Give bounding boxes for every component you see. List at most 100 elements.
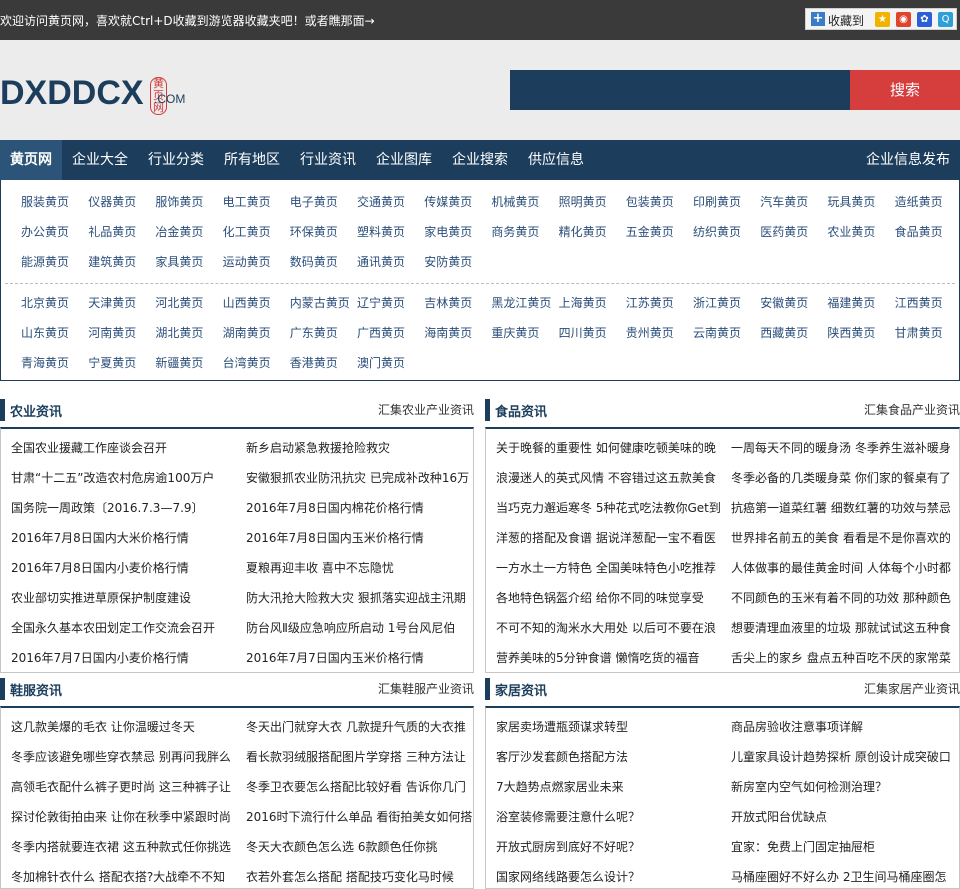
nav-item[interactable]: 供应信息 xyxy=(518,140,594,180)
section-more-link[interactable]: 汇集农业产业资讯 xyxy=(378,401,474,418)
section-title[interactable]: 农业资讯 xyxy=(10,401,62,420)
section-more-link[interactable]: 汇集食品产业资讯 xyxy=(864,401,960,418)
news-item[interactable]: 冬季应该避免哪些穿衣禁忌 别再问我胖么 xyxy=(11,748,239,765)
category-link[interactable]: 北京黄页 xyxy=(21,294,69,311)
news-item[interactable]: 看长款羽绒服搭配图片学穿搭 三种方法让 xyxy=(246,748,473,765)
category-link[interactable]: 江西黄页 xyxy=(895,294,943,311)
news-item[interactable]: 人体做事的最佳黄金时间 人体每个小时都 xyxy=(731,559,959,576)
category-link[interactable]: 湖北黄页 xyxy=(155,324,203,341)
news-item[interactable]: 2016年7月8日国内棉花价格行情 xyxy=(246,499,473,516)
category-link[interactable]: 内蒙古黄页 xyxy=(290,294,350,311)
news-item[interactable]: 防大汛抢大险救大灾 狠抓落实迎战主汛期 xyxy=(246,589,473,606)
category-link[interactable]: 黑龙江黄页 xyxy=(491,294,551,311)
news-item[interactable]: 关于晚餐的重要性 如何健康吃顿美味的晚 xyxy=(496,439,724,456)
category-link[interactable]: 造纸黄页 xyxy=(895,193,943,210)
category-link[interactable]: 服装黄页 xyxy=(21,193,69,210)
section-title[interactable]: 鞋服资讯 xyxy=(10,680,62,699)
category-link[interactable]: 河北黄页 xyxy=(155,294,203,311)
category-link[interactable]: 湖南黄页 xyxy=(223,324,271,341)
category-link[interactable]: 家电黄页 xyxy=(424,223,472,240)
category-link[interactable]: 食品黄页 xyxy=(895,223,943,240)
category-link[interactable]: 辽宁黄页 xyxy=(357,294,405,311)
news-item[interactable]: 2016年7月8日国内小麦价格行情 xyxy=(11,559,239,576)
news-item[interactable]: 冬季必备的几类暖身菜 你们家的餐桌有了 xyxy=(731,469,959,486)
news-item[interactable]: 开放式厨房到底好不好呢？ xyxy=(496,838,724,855)
category-link[interactable]: 运动黄页 xyxy=(223,253,271,270)
category-link[interactable]: 包装黄页 xyxy=(626,193,674,210)
category-link[interactable]: 数码黄页 xyxy=(290,253,338,270)
nav-item[interactable]: 黄页网 xyxy=(0,140,62,180)
category-link[interactable]: 重庆黄页 xyxy=(491,324,539,341)
news-item[interactable]: 探讨伦敦街拍由来 让你在秋季中紧跟时尚 xyxy=(11,808,239,825)
category-link[interactable]: 精化黄页 xyxy=(559,223,607,240)
news-item[interactable]: 马桶座圈好不好么办 2卫生间马桶座圈怎 xyxy=(731,868,959,885)
news-item[interactable]: 2016年7月8日国内大米价格行情 xyxy=(11,529,239,546)
category-link[interactable]: 安防黄页 xyxy=(424,253,472,270)
nav-item[interactable]: 行业资讯 xyxy=(290,140,366,180)
news-item[interactable]: 浪漫迷人的英式风情 不容错过这五款美食 xyxy=(496,469,724,486)
news-item[interactable]: 抗癌第一道菜红薯 细数红薯的功效与禁忌 xyxy=(731,499,959,516)
category-link[interactable]: 五金黄页 xyxy=(626,223,674,240)
category-link[interactable]: 环保黄页 xyxy=(290,223,338,240)
category-link[interactable]: 山东黄页 xyxy=(21,324,69,341)
search-input[interactable] xyxy=(510,70,850,110)
news-item[interactable]: 新房室内空气如何检测治理？ xyxy=(731,778,959,795)
category-link[interactable]: 服饰黄页 xyxy=(155,193,203,210)
category-link[interactable]: 海南黄页 xyxy=(424,324,472,341)
category-link[interactable]: 天津黄页 xyxy=(88,294,136,311)
category-link[interactable]: 山西黄页 xyxy=(223,294,271,311)
category-link[interactable]: 新疆黄页 xyxy=(155,354,203,371)
news-item[interactable]: 商品房验收注意事项详解 xyxy=(731,718,959,735)
nav-item[interactable]: 企业大全 xyxy=(62,140,138,180)
news-item[interactable]: 当巧克力邂逅寒冬 5种花式吃法教你Get到 xyxy=(496,499,724,516)
section-more-link[interactable]: 汇集鞋服产业资讯 xyxy=(378,680,474,697)
category-link[interactable]: 贵州黄页 xyxy=(626,324,674,341)
news-item[interactable]: 夏粮再迎丰收 喜中不忘隐忧 xyxy=(246,559,473,576)
section-more-link[interactable]: 汇集家居产业资讯 xyxy=(864,680,960,697)
news-item[interactable]: 全国永久基本农田划定工作交流会召开 xyxy=(11,619,239,636)
news-item[interactable]: 一方水土一方特色 全国美味特色小吃推荐 xyxy=(496,559,724,576)
news-item[interactable]: 2016时下流行什么单品 看街拍美女如何搭 xyxy=(246,808,473,825)
news-item[interactable]: 2016年7月7日国内小麦价格行情 xyxy=(11,649,239,666)
category-link[interactable]: 电子黄页 xyxy=(290,193,338,210)
category-link[interactable]: 上海黄页 xyxy=(559,294,607,311)
category-link[interactable]: 塑料黄页 xyxy=(357,223,405,240)
news-item[interactable]: 全国农业援藏工作座谈会召开 xyxy=(11,439,239,456)
category-link[interactable]: 电工黄页 xyxy=(223,193,271,210)
news-item[interactable]: 家居卖场遭瓶颈谋求转型 xyxy=(496,718,724,735)
category-link[interactable]: 冶金黄页 xyxy=(155,223,203,240)
nav-item[interactable]: 所有地区 xyxy=(214,140,290,180)
news-item[interactable]: 想要清理血液里的垃圾 那就试试这五种食 xyxy=(731,619,959,636)
category-link[interactable]: 西藏黄页 xyxy=(760,324,808,341)
category-link[interactable]: 浙江黄页 xyxy=(693,294,741,311)
news-item[interactable]: 国务院一周政策〔2016.7.3—7.9〕 xyxy=(11,499,239,516)
nav-publish[interactable]: 企业信息发布 xyxy=(866,140,950,180)
category-link[interactable]: 礼品黄页 xyxy=(88,223,136,240)
news-item[interactable]: 不同颜色的玉米有着不同的功效 那种颜色 xyxy=(731,589,959,606)
news-item[interactable]: 农业部切实推进草原保护制度建设 xyxy=(11,589,239,606)
add-bookmark-icon[interactable]: + xyxy=(811,12,825,26)
qzone-icon[interactable]: Q xyxy=(938,12,953,27)
category-link[interactable]: 四川黄页 xyxy=(559,324,607,341)
category-link[interactable]: 机械黄页 xyxy=(491,193,539,210)
news-item[interactable]: 冬季内搭就要连衣裙 这五种款式任你挑选 xyxy=(11,838,239,855)
category-link[interactable]: 福建黄页 xyxy=(827,294,875,311)
category-link[interactable]: 交通黄页 xyxy=(357,193,405,210)
news-item[interactable]: 冬加棉针衣什么 搭配衣搭?大战牵不不知 xyxy=(11,868,239,885)
category-link[interactable]: 玩具黄页 xyxy=(827,193,875,210)
news-item[interactable]: 国家网络线路要怎么设计？ xyxy=(496,868,724,885)
news-item[interactable]: 营养美味的5分钟食谱 懒惰吃货的福音 xyxy=(496,649,724,666)
news-item[interactable]: 开放式阳台优缺点 xyxy=(731,808,959,825)
category-link[interactable]: 台湾黄页 xyxy=(223,354,271,371)
category-link[interactable]: 仪器黄页 xyxy=(88,193,136,210)
category-link[interactable]: 印刷黄页 xyxy=(693,193,741,210)
news-item[interactable]: 舌尖上的家乡 盘点五种百吃不厌的家常菜 xyxy=(731,649,959,666)
category-link[interactable]: 陕西黄页 xyxy=(827,324,875,341)
news-item[interactable]: 洋葱的搭配及食谱 据说洋葱配一宝不看医 xyxy=(496,529,724,546)
news-item[interactable]: 安徽狠抓农业防汛抗灾 已完成补改种16万 xyxy=(246,469,473,486)
section-title[interactable]: 食品资讯 xyxy=(495,401,547,420)
star-icon[interactable]: ★ xyxy=(875,12,890,27)
category-link[interactable]: 甘肃黄页 xyxy=(895,324,943,341)
category-link[interactable]: 广东黄页 xyxy=(290,324,338,341)
category-link[interactable]: 江苏黄页 xyxy=(626,294,674,311)
